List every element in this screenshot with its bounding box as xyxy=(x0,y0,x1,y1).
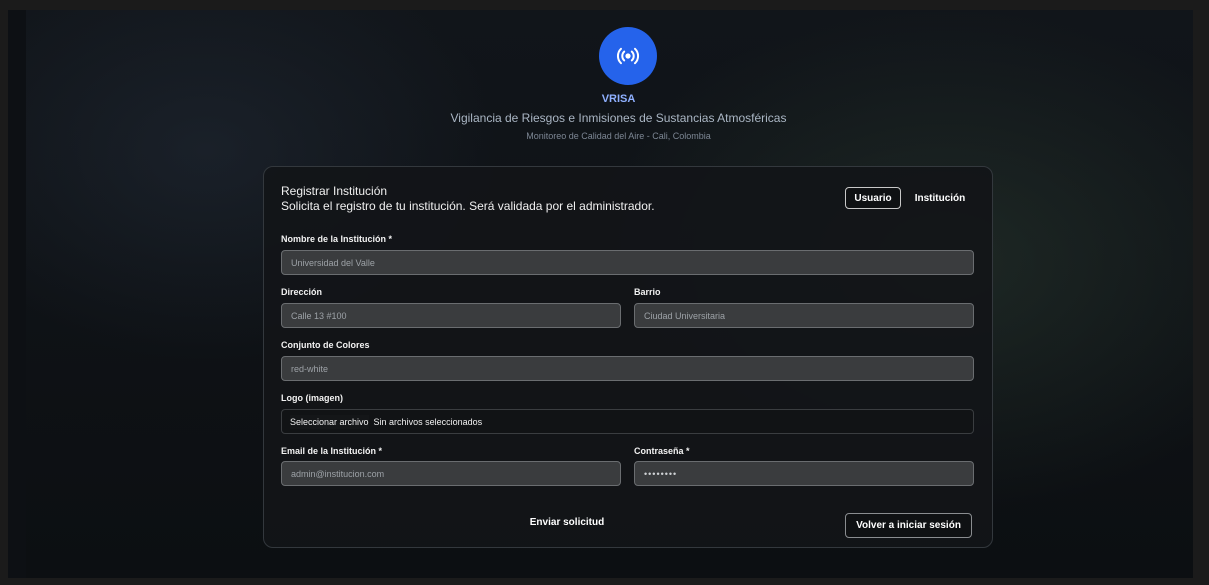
back-to-login-button[interactable]: Volver a iniciar sesión xyxy=(845,513,972,538)
app-window: VRISA Vigilancia de Riesgos e Inmisiones… xyxy=(8,10,1193,578)
neighborhood-label: Barrio xyxy=(634,287,661,297)
address-input[interactable]: Calle 13 #100 xyxy=(281,303,621,328)
password-input[interactable]: •••••••• xyxy=(634,461,974,486)
app-name: VRISA xyxy=(601,93,636,105)
email-input[interactable]: admin@institucion.com xyxy=(281,461,621,486)
choose-file-button[interactable]: Seleccionar archivo xyxy=(290,414,369,429)
page-background: VRISA Vigilancia de Riesgos e Inmisiones… xyxy=(26,10,1193,578)
submit-request-button[interactable]: Enviar solicitud xyxy=(522,511,612,533)
tab-usuario[interactable]: Usuario xyxy=(845,187,901,209)
register-institution-card: Registrar Institución Solicita el regist… xyxy=(263,166,993,548)
app-subtitle: Vigilancia de Riesgos e Inmisiones de Su… xyxy=(450,111,787,125)
password-label: Contraseña * xyxy=(634,446,690,456)
address-label: Dirección xyxy=(281,287,323,297)
tab-institucion[interactable]: Institución xyxy=(906,187,974,209)
card-description: Solicita el registro de tu institución. … xyxy=(281,199,655,213)
card-title: Registrar Institución xyxy=(281,184,388,198)
institution-name-label: Nombre de la Institución * xyxy=(281,234,393,244)
broadcast-icon xyxy=(617,47,639,65)
app-location: Monitoreo de Calidad del Aire - Cali, Co… xyxy=(526,131,711,141)
file-status: Sin archivos seleccionados xyxy=(373,416,483,427)
logo-label: Logo (imagen) xyxy=(281,393,343,403)
colors-input[interactable]: red-white xyxy=(281,356,974,381)
app-logo xyxy=(599,27,657,85)
institution-name-input[interactable]: Universidad del Valle xyxy=(281,250,974,275)
neighborhood-input[interactable]: Ciudad Universitaria xyxy=(634,303,974,328)
logo-file-input[interactable]: Seleccionar archivo Sin archivos selecci… xyxy=(281,409,974,434)
email-label: Email de la Institución * xyxy=(281,446,383,456)
colors-label: Conjunto de Colores xyxy=(281,340,370,350)
